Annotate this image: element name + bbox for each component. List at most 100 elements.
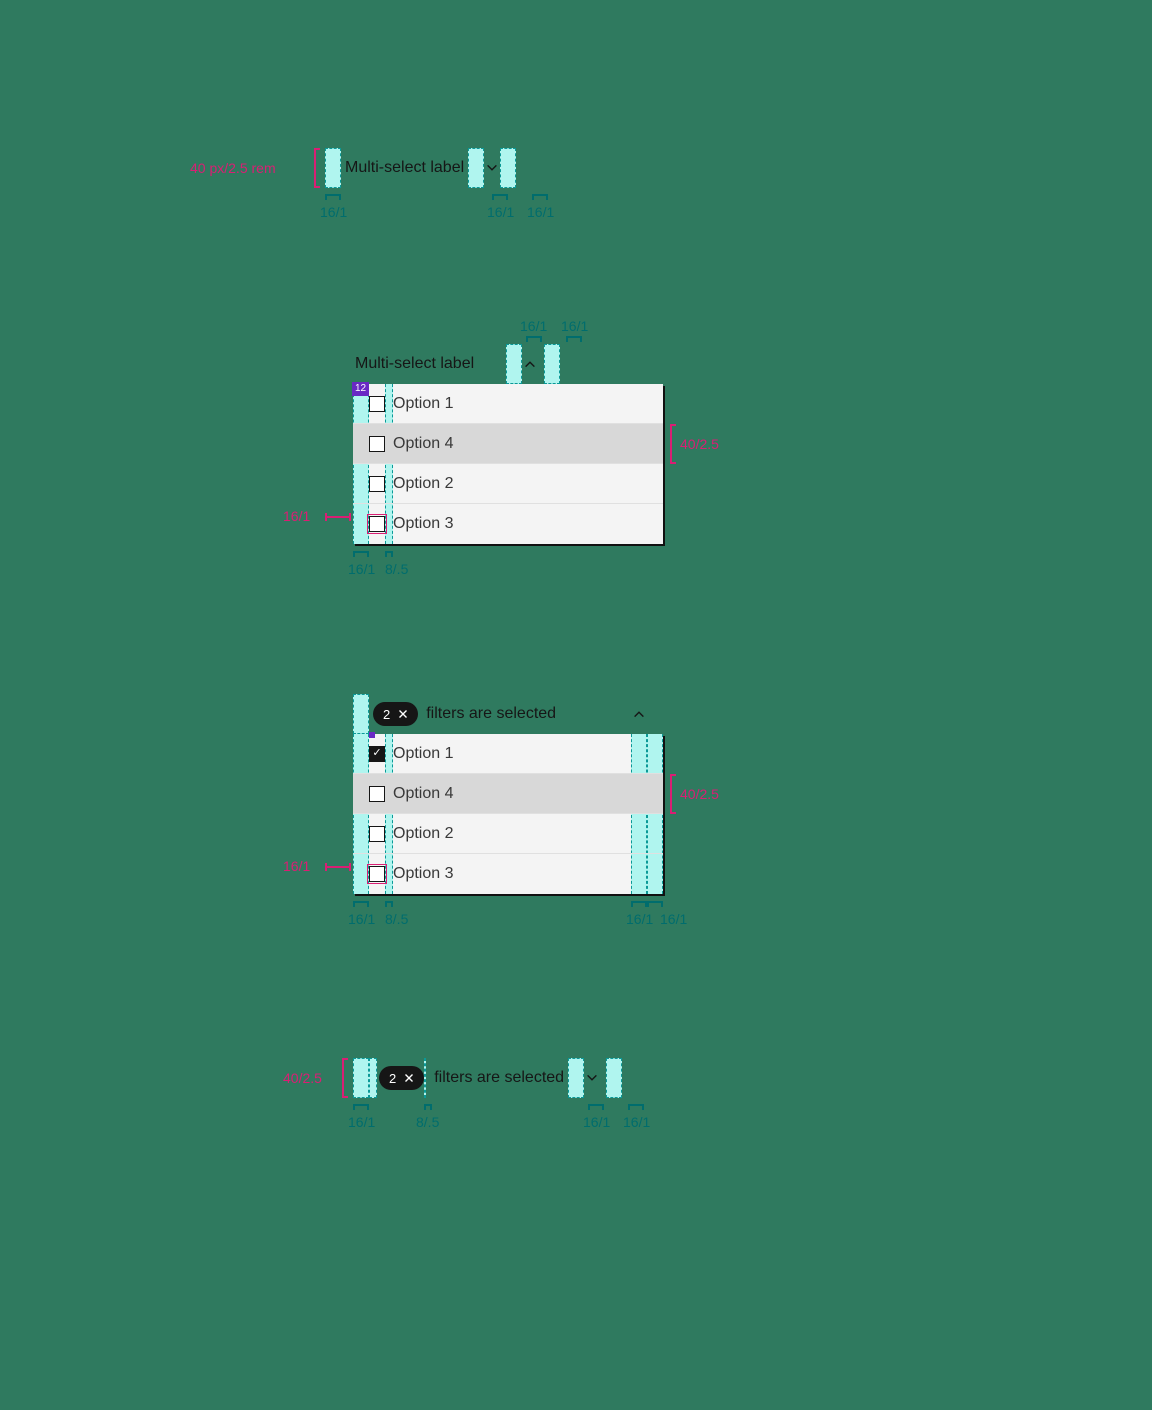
tag-count: 2 bbox=[383, 707, 390, 722]
dim-height: 40/2.5 bbox=[283, 1070, 322, 1086]
height-bracket bbox=[314, 148, 320, 188]
multiselect-control-selected[interactable]: 2 filters are selected bbox=[353, 694, 663, 734]
close-icon[interactable] bbox=[402, 1071, 416, 1085]
filters-text: filters are selected bbox=[426, 1069, 568, 1087]
multiselect-control-open[interactable]: Multi-select label bbox=[353, 344, 663, 384]
cb-measure bbox=[325, 516, 351, 518]
chevron-down-icon bbox=[484, 160, 500, 176]
option-row[interactable]: Option 2 bbox=[353, 814, 663, 854]
checkbox-unchecked[interactable] bbox=[369, 786, 385, 802]
h-bracket-top-a bbox=[526, 336, 542, 342]
dim-height: 40 px/2.5 rem bbox=[190, 160, 276, 176]
close-icon[interactable] bbox=[396, 707, 410, 721]
r1-bracket bbox=[631, 901, 647, 907]
option-label: Option 4 bbox=[393, 774, 453, 813]
multiselect-label: Multi-select label bbox=[353, 355, 478, 373]
tag-count: 2 bbox=[389, 1071, 396, 1086]
pad-l-bracket bbox=[353, 1104, 369, 1110]
spacer-l bbox=[353, 694, 369, 734]
gap-bracket bbox=[385, 551, 393, 557]
pad-l-bracket bbox=[353, 551, 369, 557]
spacer-m bbox=[568, 1058, 584, 1098]
option-label: Option 1 bbox=[393, 384, 453, 423]
checkbox-unchecked[interactable] bbox=[369, 436, 385, 452]
multiselect-control[interactable]: Multi-select label bbox=[325, 148, 516, 188]
corner-badge: 12 bbox=[352, 382, 369, 396]
dim-pad-l: 16/1 bbox=[348, 911, 375, 927]
r1-bracket bbox=[588, 1104, 604, 1110]
h-bracket-top-b bbox=[566, 336, 582, 342]
dim-16-1-a: 16/1 bbox=[320, 204, 347, 220]
dim-gap: 8/.5 bbox=[385, 561, 408, 577]
chevron-down-icon bbox=[584, 1070, 600, 1086]
options-panel: Option 1 Option 4 Option 2 Option 3 bbox=[353, 384, 663, 544]
option-row[interactable]: Option 2 bbox=[353, 464, 663, 504]
option-row-hover[interactable]: Option 4 bbox=[353, 774, 663, 814]
h-bracket-2 bbox=[492, 194, 508, 200]
dim-gap: 8/.5 bbox=[416, 1114, 439, 1130]
gap-bracket bbox=[385, 901, 393, 907]
spacer-left bbox=[325, 148, 341, 188]
filters-text: filters are selected bbox=[418, 705, 560, 723]
r2-bracket bbox=[647, 901, 663, 907]
spec-open-selected: 2 filters are selected Option 1 Option 4 bbox=[353, 694, 663, 894]
spacer-mid bbox=[468, 148, 484, 188]
r2-bracket bbox=[628, 1104, 644, 1110]
dim-r2: 16/1 bbox=[623, 1114, 650, 1130]
spacer-r bbox=[606, 1058, 622, 1098]
checkbox-checked[interactable] bbox=[369, 746, 385, 762]
spacer-gap bbox=[369, 1058, 377, 1098]
option-label: Option 3 bbox=[393, 504, 453, 544]
dim-row-h: 40/2.5 bbox=[680, 436, 719, 452]
dim-top-b: 16/1 bbox=[561, 318, 588, 334]
dim-r1: 16/1 bbox=[626, 911, 653, 927]
multiselect-label: Multi-select label bbox=[341, 159, 468, 177]
dim-16-1-c: 16/1 bbox=[527, 204, 554, 220]
spacer-l bbox=[353, 1058, 369, 1098]
option-label: Option 2 bbox=[393, 464, 453, 503]
height-bracket bbox=[342, 1058, 348, 1098]
checkbox-unchecked[interactable] bbox=[369, 396, 385, 412]
checkbox-measured[interactable] bbox=[369, 516, 385, 532]
checkbox-unchecked[interactable] bbox=[369, 476, 385, 492]
selection-tag[interactable]: 2 bbox=[373, 702, 418, 726]
spacer-right bbox=[500, 148, 516, 188]
option-row[interactable]: Option 3 bbox=[353, 854, 663, 894]
dim-16-1-b: 16/1 bbox=[487, 204, 514, 220]
option-label: Option 2 bbox=[393, 814, 453, 853]
option-label: Option 1 bbox=[393, 734, 453, 773]
spec-closed-default: Multi-select label bbox=[325, 148, 516, 188]
h-bracket-3 bbox=[532, 194, 548, 200]
dim-r2: 16/1 bbox=[660, 911, 687, 927]
option-row[interactable]: Option 3 bbox=[353, 504, 663, 544]
chevron-up-icon bbox=[522, 356, 538, 372]
cb-measure bbox=[325, 866, 351, 868]
chevron-up-icon bbox=[631, 706, 647, 722]
checkbox-measured[interactable] bbox=[369, 866, 385, 882]
checkbox-unchecked[interactable] bbox=[369, 826, 385, 842]
multiselect-control-selected-closed[interactable]: 2 filters are selected bbox=[353, 1058, 622, 1098]
dim-cb: 16/1 bbox=[283, 858, 310, 874]
pad-l-bracket bbox=[353, 901, 369, 907]
dim-pad-l: 16/1 bbox=[348, 561, 375, 577]
gap-bracket bbox=[424, 1104, 432, 1110]
h-bracket-1 bbox=[325, 194, 341, 200]
dim-gap: 8/.5 bbox=[385, 911, 408, 927]
options-panel: Option 1 Option 4 Option 2 Option 3 bbox=[353, 734, 663, 894]
option-row[interactable]: Option 1 bbox=[353, 384, 663, 424]
option-row[interactable]: Option 1 bbox=[353, 734, 663, 774]
spec-open-default: Multi-select label 12 Option 1 Option 4 … bbox=[353, 344, 663, 544]
row-h-bracket bbox=[670, 774, 676, 814]
spacer-a bbox=[506, 344, 522, 384]
option-row-hover[interactable]: Option 4 bbox=[353, 424, 663, 464]
row-h-bracket bbox=[670, 424, 676, 464]
selection-tag[interactable]: 2 bbox=[379, 1066, 424, 1090]
dim-r1: 16/1 bbox=[583, 1114, 610, 1130]
spec-closed-selected: 2 filters are selected bbox=[353, 1058, 622, 1098]
spacer-b bbox=[544, 344, 560, 384]
dim-top-a: 16/1 bbox=[520, 318, 547, 334]
corner-badge bbox=[369, 732, 375, 738]
dim-l: 16/1 bbox=[348, 1114, 375, 1130]
dim-cb: 16/1 bbox=[283, 508, 310, 524]
option-label: Option 3 bbox=[393, 854, 453, 894]
